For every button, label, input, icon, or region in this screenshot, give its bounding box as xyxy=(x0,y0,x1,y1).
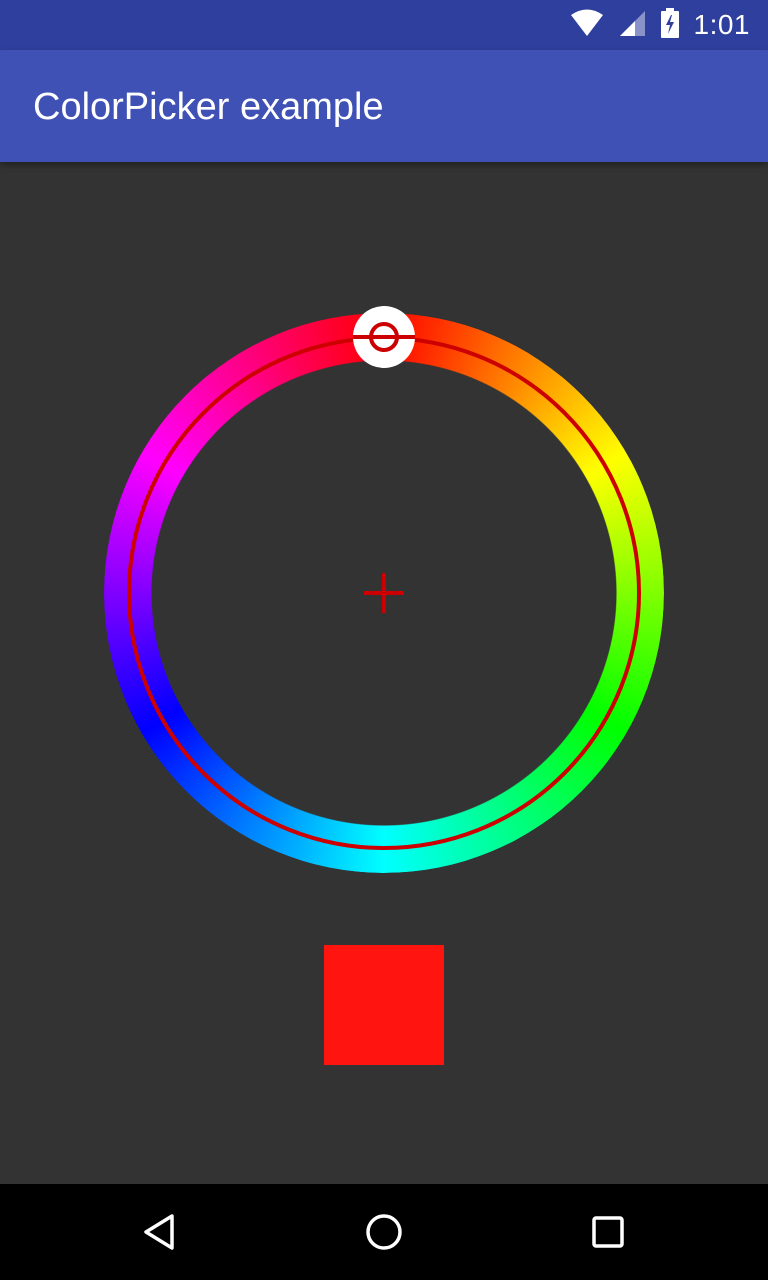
back-icon xyxy=(144,1214,174,1250)
home-icon xyxy=(366,1214,402,1250)
cell-signal-icon xyxy=(618,9,646,42)
status-time: 1:01 xyxy=(693,9,750,40)
battery-charging-icon xyxy=(660,7,680,43)
recents-button[interactable] xyxy=(584,1208,632,1256)
wheel-overlay xyxy=(127,306,641,850)
content-area xyxy=(0,162,768,1184)
back-button[interactable] xyxy=(136,1208,184,1256)
recents-icon xyxy=(592,1216,624,1248)
status-bar: 1:01 xyxy=(0,0,768,50)
color-preview-swatch xyxy=(324,945,444,1065)
app-bar: ColorPicker example xyxy=(0,50,768,162)
status-icons: 1:01 xyxy=(570,0,751,50)
app-title: ColorPicker example xyxy=(33,86,384,128)
navigation-bar xyxy=(0,1184,768,1280)
center-crosshair-icon xyxy=(364,573,404,613)
wifi-icon xyxy=(570,9,604,42)
home-button[interactable] xyxy=(360,1208,408,1256)
hue-handle[interactable] xyxy=(353,306,415,368)
color-wheel[interactable] xyxy=(104,306,664,873)
